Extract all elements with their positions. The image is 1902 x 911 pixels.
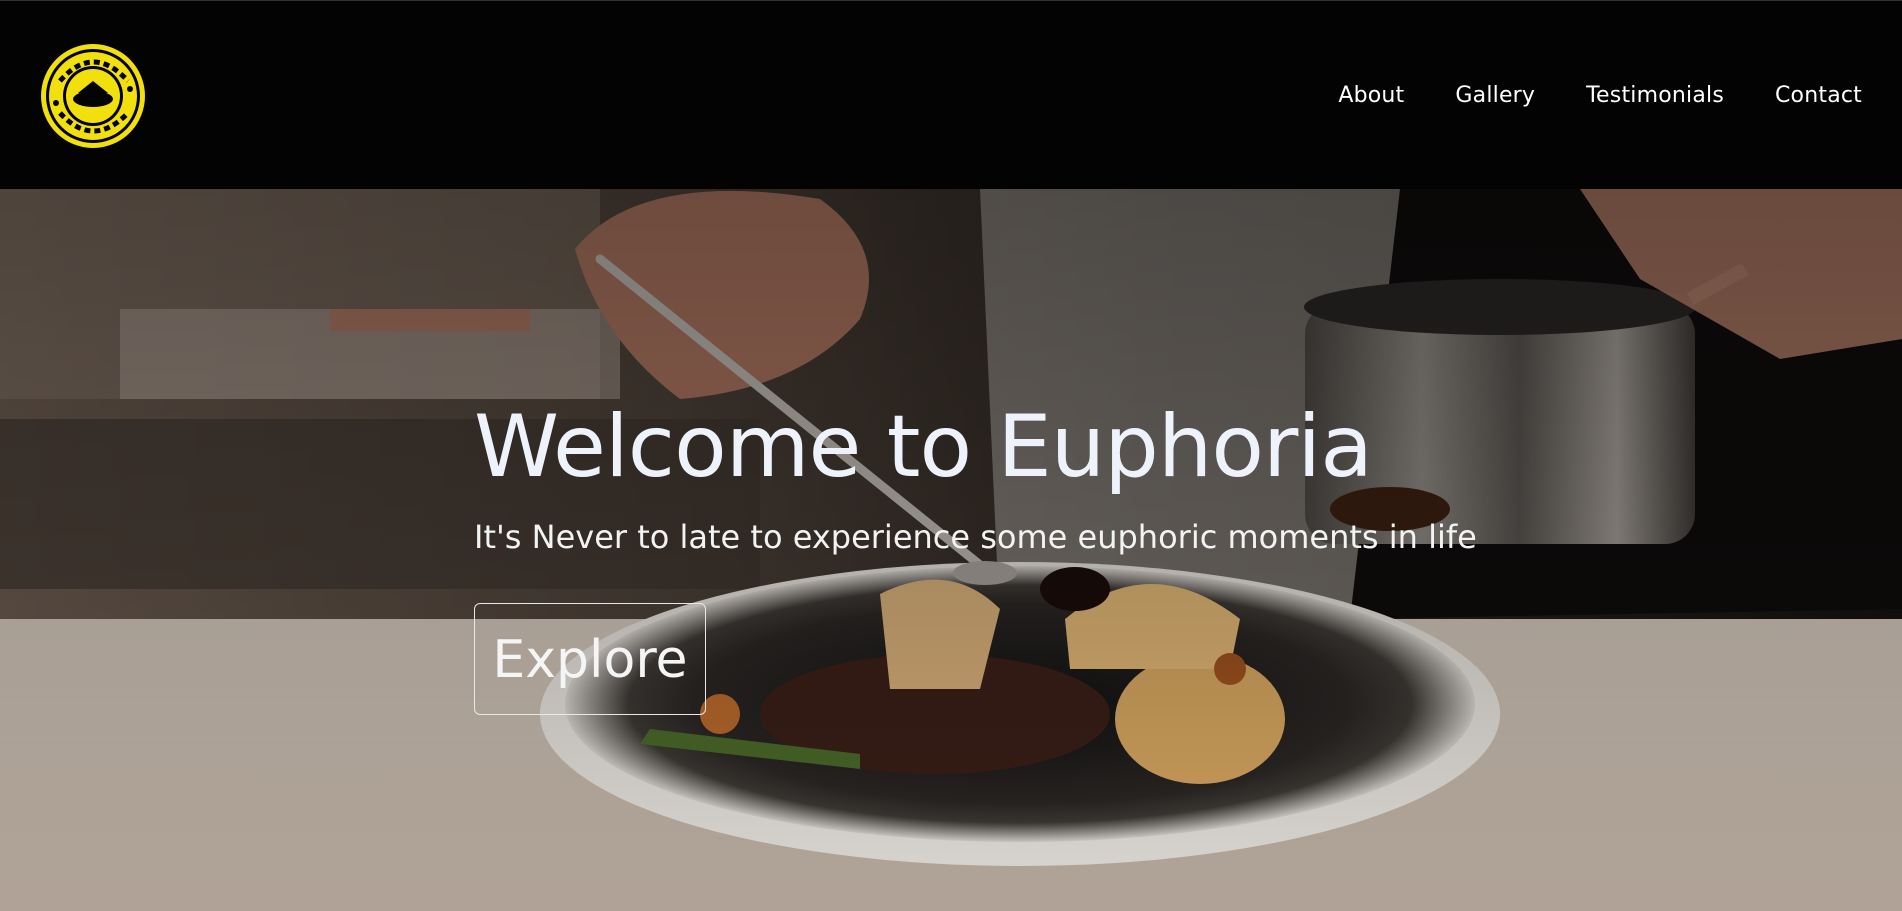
- nav-testimonials[interactable]: Testimonials: [1586, 81, 1724, 111]
- main-nav: About Gallery Testimonials Contact: [1338, 81, 1862, 111]
- logo-link[interactable]: [38, 41, 148, 151]
- hero-section: Welcome to Euphoria It's Never to late t…: [0, 189, 1902, 911]
- hero-subtitle: It's Never to late to experience some eu…: [474, 518, 1477, 556]
- hero-content: Welcome to Euphoria It's Never to late t…: [474, 399, 1477, 715]
- explore-button[interactable]: Explore: [474, 603, 706, 715]
- site-header: About Gallery Testimonials Contact: [0, 0, 1902, 189]
- euphoria-logo-icon: [41, 44, 145, 148]
- hero-title: Welcome to Euphoria: [474, 397, 1373, 497]
- nav-gallery[interactable]: Gallery: [1455, 81, 1535, 111]
- page: About Gallery Testimonials Contact Welco…: [0, 0, 1902, 911]
- nav-contact[interactable]: Contact: [1775, 81, 1862, 111]
- nav-about[interactable]: About: [1338, 81, 1404, 111]
